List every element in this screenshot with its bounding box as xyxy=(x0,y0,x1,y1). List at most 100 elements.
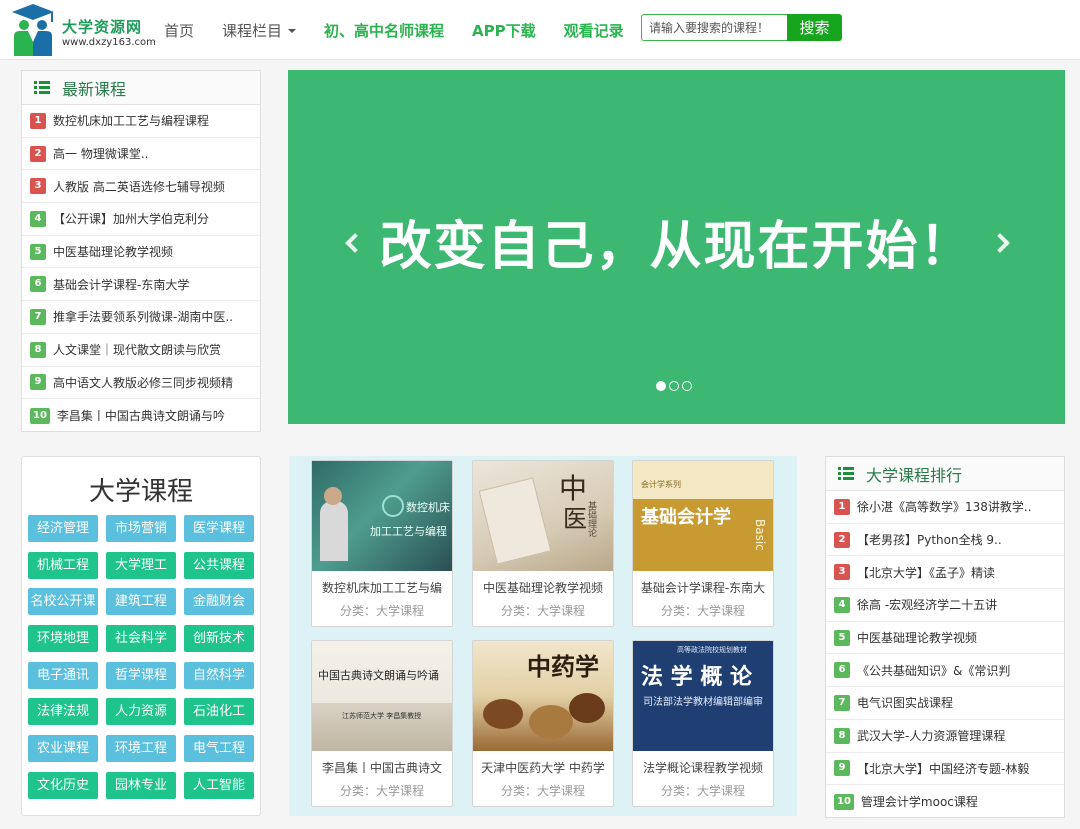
course-title: 中医基础理论教学视频 xyxy=(482,581,603,595)
nav-app-download[interactable]: APP下载 xyxy=(472,20,536,41)
category-button[interactable]: 环境工程 xyxy=(106,735,176,763)
list-item[interactable]: 5 中医基础理论教学视频 xyxy=(22,236,260,269)
course-thumbnail: 高等政法院校规划教材 法 学 概 论 司法部法学教材编辑部编审 xyxy=(633,641,773,751)
rank-badge: 8 xyxy=(30,341,46,358)
thumb-text: 高等政法院校规划教材 xyxy=(677,646,747,654)
rank-badge: 10 xyxy=(30,407,50,424)
list-item[interactable]: 6 《公共基础知识》&《常识判 xyxy=(826,654,1064,688)
list-item[interactable]: 6 基础会计学课程-东南大学 xyxy=(22,268,260,302)
list-item-text: 中医基础理论教学视频 xyxy=(53,245,174,260)
list-item[interactable]: 9 高中语文人教版必修三同步视频精 xyxy=(22,367,260,400)
category-button[interactable]: 社会科学 xyxy=(106,625,176,653)
list-item[interactable]: 1 数控机床加工工艺与编程课程 xyxy=(22,105,260,138)
rank-badge: 4 xyxy=(30,210,46,227)
category-button[interactable]: 人力资源 xyxy=(106,698,176,726)
course-card[interactable]: 高等政法院校规划教材 法 学 概 论 司法部法学教材编辑部编审 法学概论课程教学… xyxy=(632,640,774,807)
category-button[interactable]: 人工智能 xyxy=(184,771,254,799)
university-categories-panel: 大学课程 经济管理 市场营销 医学课程 机械工程 大学理工 公共课程 名校公开课… xyxy=(21,456,261,816)
list-item-text: 《公共基础知识》&《常识判 xyxy=(857,663,1011,678)
main-nav: 首页 课程栏目 初、高中名师课程 APP下载 观看记录 xyxy=(164,0,652,60)
list-item[interactable]: 2 【老男孩】Python全栈 9.. xyxy=(826,524,1064,557)
category-button[interactable]: 医学课程 xyxy=(184,515,254,542)
category-button[interactable]: 环境地理 xyxy=(28,625,98,653)
category-button[interactable]: 电子通讯 xyxy=(28,661,98,689)
course-card[interactable]: 中药学 天津中医药大学 中药学 分类：大学课程 xyxy=(472,640,614,807)
logo-url: www.dxzy163.com xyxy=(62,37,156,48)
nav-watch-history[interactable]: 观看记录 xyxy=(564,20,624,41)
hero-banner[interactable]: 改变自己，从现在开始！ xyxy=(288,70,1065,424)
nav-middle-school-courses[interactable]: 初、高中名师课程 xyxy=(324,20,444,41)
category-button[interactable]: 大学理工 xyxy=(106,551,176,579)
category-button[interactable]: 农业课程 xyxy=(28,735,98,763)
list-item[interactable]: 8 人文课堂｜现代散文朗读与欣赏 xyxy=(22,334,260,367)
list-item[interactable]: 7 电气识图实战课程 xyxy=(826,687,1064,720)
site-header: 大学资源网 www.dxzy163.com 首页 课程栏目 初、高中名师课程 A… xyxy=(0,0,1080,60)
rank-badge: 5 xyxy=(30,243,46,260)
rank-badge: 8 xyxy=(834,727,850,744)
list-item[interactable]: 3 人教版 高二英语选修七辅导视频 xyxy=(22,170,260,204)
latest-courses-header: 最新课程 xyxy=(22,71,260,105)
carousel-dot[interactable] xyxy=(682,381,692,391)
latest-courses-panel: 最新课程 1 数控机床加工工艺与编程课程 2 高一 物理微课堂.. 3 人教版 高二英… xyxy=(21,70,261,432)
category-button[interactable]: 法律法规 xyxy=(28,698,98,726)
search-button[interactable]: 搜索 xyxy=(787,14,842,41)
site-logo[interactable]: 大学资源网 www.dxzy163.com xyxy=(8,4,158,56)
category-button[interactable]: 公共课程 xyxy=(184,551,254,579)
list-item[interactable]: 9 【北京大学】中国经济专题-林毅 xyxy=(826,753,1064,786)
rank-badge: 2 xyxy=(30,145,46,162)
course-title: 李昌集丨中国古典诗文 xyxy=(321,761,442,775)
course-card[interactable]: 会计学系列 基础会计学 Basic 基础会计学课程-东南大 分类：大学课程 xyxy=(632,460,774,627)
carousel-dot[interactable] xyxy=(656,381,666,391)
list-item[interactable]: 10 李昌集丨中国古典诗文朗诵与吟 xyxy=(22,399,260,432)
category-button[interactable]: 哲学课程 xyxy=(106,661,176,689)
course-category: 分类：大学课程 xyxy=(339,604,424,618)
thumb-text: 数控机床 xyxy=(406,501,450,514)
list-item[interactable]: 4 徐高 -宏观经济学二十五讲 xyxy=(826,589,1064,622)
course-thumbnail: 中国古典诗文朗诵与吟诵 江苏师范大学 李昌集教授 xyxy=(312,641,452,751)
category-button[interactable]: 石油化工 xyxy=(184,698,254,726)
rank-badge: 9 xyxy=(30,374,46,391)
ranking-list: 1 徐小湛《高等数学》138讲教学.. 2 【老男孩】Python全栈 9.. 3 【… xyxy=(826,491,1064,818)
nav-course-columns[interactable]: 课程栏目 xyxy=(222,20,297,41)
rank-badge: 1 xyxy=(834,498,850,515)
list-item[interactable]: 3 【北京大学】《孟子》精读 xyxy=(826,556,1064,590)
category-button[interactable]: 文化历史 xyxy=(28,771,98,799)
categories-title: 大学课程 xyxy=(88,477,193,507)
course-card[interactable]: 中 医 基础理论 中医基础理论教学视频 分类：大学课程 xyxy=(472,460,614,627)
category-button[interactable]: 机械工程 xyxy=(28,551,98,579)
thumb-text: 司法部法学教材编辑部编审 xyxy=(643,697,763,708)
category-button[interactable]: 市场营销 xyxy=(106,515,176,542)
rank-badge: 7 xyxy=(834,694,850,711)
course-card[interactable]: 中国古典诗文朗诵与吟诵 江苏师范大学 李昌集教授 李昌集丨中国古典诗文 分类：大… xyxy=(311,640,453,807)
course-card[interactable]: 数控机床 加工工艺与编程 数控机床加工工艺与编 分类：大学课程 xyxy=(311,460,453,627)
list-item[interactable]: 5 中医基础理论教学视频 xyxy=(826,622,1064,655)
thumb-text: 中国古典诗文朗诵与吟诵 xyxy=(318,669,439,682)
category-button[interactable]: 自然科学 xyxy=(184,661,254,689)
list-item[interactable]: 7 推拿手法要领系列微课-湖南中医.. xyxy=(22,301,260,334)
category-button[interactable]: 金融财会 xyxy=(184,588,254,616)
list-item[interactable]: 2 高一 物理微课堂.. xyxy=(22,138,260,171)
list-item[interactable]: 8 武汉大学-人力资源管理课程 xyxy=(826,720,1064,753)
logo-title: 大学资源网 xyxy=(62,18,143,36)
thumb-text: Basic xyxy=(753,519,767,551)
carousel-dot[interactable] xyxy=(669,381,679,391)
course-title: 天津中医药大学 中药学 xyxy=(481,761,605,775)
list-item[interactable]: 1 徐小湛《高等数学》138讲教学.. xyxy=(826,491,1064,524)
category-button[interactable]: 电气工程 xyxy=(184,735,254,763)
rank-badge: 3 xyxy=(30,178,46,195)
category-button[interactable]: 经济管理 xyxy=(28,515,98,542)
list-icon xyxy=(838,466,854,481)
list-item[interactable]: 10 管理会计学mooc课程 xyxy=(826,785,1064,818)
list-item[interactable]: 4 【公开课】加州大学伯克利分 xyxy=(22,203,260,236)
list-item-text: 电气识图实战课程 xyxy=(857,696,954,711)
list-item-text: 徐小湛《高等数学》138讲教学.. xyxy=(857,500,1032,515)
category-button[interactable]: 园林专业 xyxy=(106,771,176,799)
category-button[interactable]: 建筑工程 xyxy=(106,588,176,616)
category-button[interactable]: 名校公开课 xyxy=(28,588,98,616)
thumb-text: 加工工艺与编程 xyxy=(370,525,447,538)
list-item-text: 【北京大学】中国经济专题-林毅 xyxy=(857,761,1030,776)
category-button[interactable]: 创新技术 xyxy=(184,625,254,653)
rank-badge: 6 xyxy=(30,276,46,293)
nav-home[interactable]: 首页 xyxy=(164,20,194,41)
search-input[interactable] xyxy=(641,14,787,41)
